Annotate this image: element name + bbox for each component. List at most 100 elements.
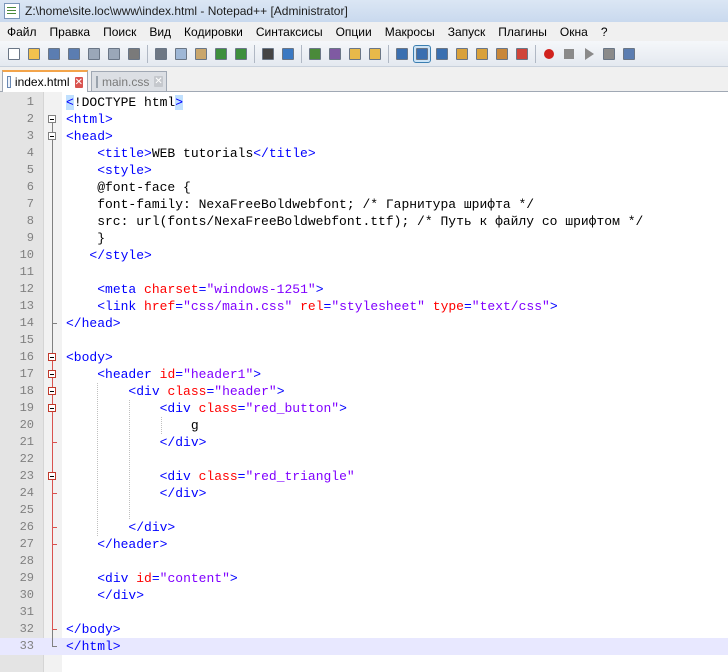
- stop-record-icon[interactable]: [561, 46, 577, 62]
- line-number: 11: [19, 265, 34, 279]
- line-number: 12: [19, 282, 34, 296]
- function-list-icon[interactable]: [494, 46, 510, 62]
- code-line[interactable]: 10 </style>: [0, 247, 728, 264]
- udl-icon[interactable]: [454, 46, 470, 62]
- code-line[interactable]: 33 </html>: [0, 638, 728, 655]
- close-all-icon[interactable]: [106, 46, 122, 62]
- doc-map-icon[interactable]: [474, 46, 490, 62]
- sync-h-icon[interactable]: [367, 46, 383, 62]
- cut-icon[interactable]: [153, 46, 169, 62]
- code-line[interactable]: 31: [0, 604, 728, 621]
- fold-toggle-icon[interactable]: [48, 472, 56, 480]
- code-text: </div>: [159, 486, 207, 501]
- code-line[interactable]: 30 </div>: [0, 587, 728, 604]
- line-number: 20: [19, 418, 34, 432]
- code-line[interactable]: 1 <!DOCTYPE html>: [0, 94, 728, 111]
- toolbar-separator: [301, 44, 302, 63]
- menu-item[interactable]: Плагины: [491, 25, 553, 39]
- code-text: </html>: [66, 639, 121, 654]
- open-file-icon[interactable]: [26, 46, 42, 62]
- code-text: @font-face {: [66, 180, 191, 195]
- save-all-icon[interactable]: [66, 46, 82, 62]
- zoom-in-icon[interactable]: [307, 46, 323, 62]
- code-line[interactable]: 15: [0, 332, 728, 349]
- record-macro-icon[interactable]: [541, 46, 557, 62]
- code-line[interactable]: 8 src: url(fonts/NexaFreeBoldwebfont.ttf…: [0, 213, 728, 230]
- sync-v-icon[interactable]: [347, 46, 363, 62]
- menu-item[interactable]: Запуск: [441, 25, 492, 39]
- menu-item[interactable]: Поиск: [96, 25, 142, 39]
- code-line[interactable]: 16 <body>: [0, 349, 728, 366]
- code-line[interactable]: 20 g: [0, 417, 728, 434]
- word-wrap-icon[interactable]: [394, 46, 410, 62]
- tab-main-css[interactable]: main.css ✕: [91, 71, 167, 91]
- menu-item[interactable]: Кодировки: [177, 25, 249, 39]
- fold-end-marker: [52, 323, 57, 324]
- code-line[interactable]: 26 </div>: [0, 519, 728, 536]
- fold-toggle-icon[interactable]: [48, 370, 56, 378]
- fold-toggle-icon[interactable]: [48, 387, 56, 395]
- close-tab-icon[interactable]: ✕: [74, 76, 83, 88]
- code-line[interactable]: 32 </body>: [0, 621, 728, 638]
- run-macro-multiple-icon[interactable]: [601, 46, 617, 62]
- code-line[interactable]: 11: [0, 264, 728, 281]
- indent-guide-icon[interactable]: [434, 46, 450, 62]
- code-line[interactable]: 17 <header id="header1">: [0, 366, 728, 383]
- menu-item[interactable]: Макросы: [378, 25, 441, 39]
- code-line[interactable]: 14 </head>: [0, 315, 728, 332]
- menu-item[interactable]: Вид: [142, 25, 177, 39]
- menu-item[interactable]: Правка: [43, 25, 97, 39]
- code-line[interactable]: 19 <div class="red_button">: [0, 400, 728, 417]
- code-line[interactable]: 4 <title>WEB tutorials</title>: [0, 145, 728, 162]
- close-icon[interactable]: [86, 46, 102, 62]
- menu-item[interactable]: Файл: [0, 25, 43, 39]
- code-text: </head>: [66, 316, 121, 331]
- code-line[interactable]: 13 <link href="css/main.css" rel="styles…: [0, 298, 728, 315]
- fold-toggle-icon[interactable]: [48, 115, 56, 123]
- code-line[interactable]: 9 }: [0, 230, 728, 247]
- code-line[interactable]: 3 <head>: [0, 128, 728, 145]
- replace-icon[interactable]: [280, 46, 296, 62]
- close-tab-icon[interactable]: ✕: [154, 76, 163, 87]
- menu-item[interactable]: Опции: [329, 25, 378, 39]
- show-all-chars-icon[interactable]: [413, 44, 431, 63]
- paste-icon[interactable]: [193, 46, 209, 62]
- line-number: 26: [19, 520, 34, 534]
- code-line[interactable]: 12 <meta charset="windows-1251">: [0, 281, 728, 298]
- code-line[interactable]: 28: [0, 553, 728, 570]
- code-line[interactable]: 29 <div id="content">: [0, 570, 728, 587]
- code-editor[interactable]: 1 <!DOCTYPE html> 2 <html> 3 <head> 4 <title>W…: [0, 92, 728, 672]
- code-line[interactable]: 7 font-family: NexaFreeBoldwebfont; /* Г…: [0, 196, 728, 213]
- code-line[interactable]: 6 @font-face {: [0, 179, 728, 196]
- redo-icon[interactable]: [233, 46, 249, 62]
- code-line[interactable]: 22: [0, 451, 728, 468]
- menu-item[interactable]: ?: [594, 25, 614, 39]
- fold-toggle-icon[interactable]: [48, 353, 56, 361]
- line-number: 33: [19, 639, 34, 653]
- tab-index-html[interactable]: index.html ✕: [2, 70, 88, 92]
- line-number: 9: [26, 231, 34, 245]
- new-file-icon[interactable]: [6, 46, 22, 62]
- save-icon[interactable]: [46, 46, 62, 62]
- copy-icon[interactable]: [173, 46, 189, 62]
- line-number: 25: [19, 503, 34, 517]
- code-line[interactable]: 24 </div>: [0, 485, 728, 502]
- folder-workspace-icon[interactable]: [514, 46, 530, 62]
- code-line[interactable]: 18 <div class="header">: [0, 383, 728, 400]
- print-icon[interactable]: [126, 46, 142, 62]
- menu-item[interactable]: Синтаксисы: [249, 25, 329, 39]
- find-icon[interactable]: [260, 46, 276, 62]
- code-line[interactable]: 23 <div class="red_triangle": [0, 468, 728, 485]
- fold-toggle-icon[interactable]: [48, 404, 56, 412]
- menu-item[interactable]: Окна: [553, 25, 594, 39]
- play-macro-icon[interactable]: [581, 46, 597, 62]
- code-line[interactable]: 27 </header>: [0, 536, 728, 553]
- code-line[interactable]: 2 <html>: [0, 111, 728, 128]
- undo-icon[interactable]: [213, 46, 229, 62]
- code-line[interactable]: 5 <style>: [0, 162, 728, 179]
- save-macro-icon[interactable]: [621, 46, 637, 62]
- code-line[interactable]: 25: [0, 502, 728, 519]
- fold-toggle-icon[interactable]: [48, 132, 56, 140]
- zoom-out-icon[interactable]: [327, 46, 343, 62]
- code-line[interactable]: 21 </div>: [0, 434, 728, 451]
